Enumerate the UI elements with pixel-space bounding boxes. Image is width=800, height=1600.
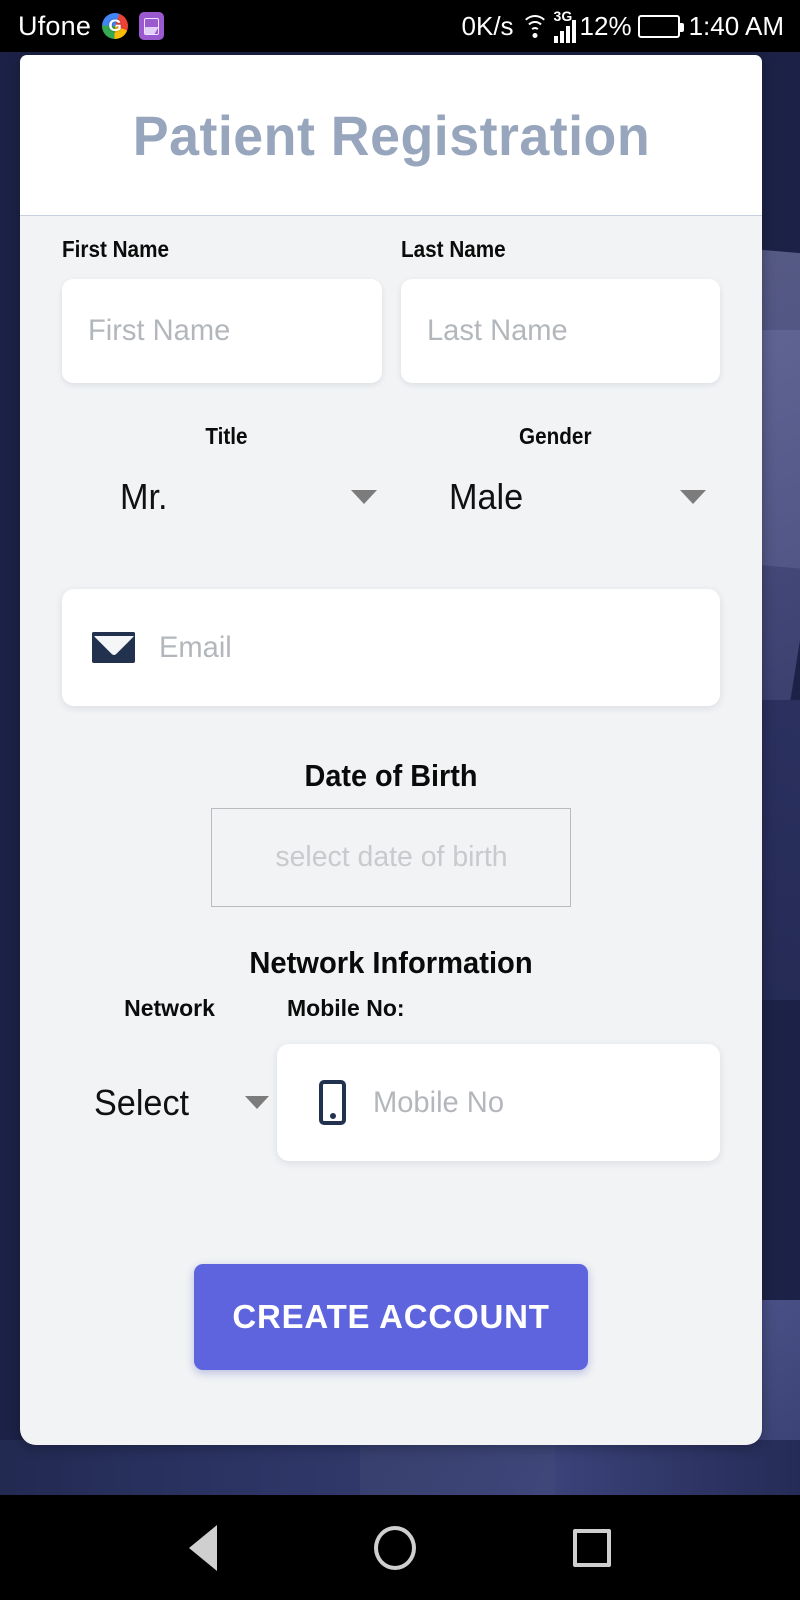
mobile-phone-icon — [319, 1080, 346, 1125]
network-selected-value: Select — [94, 1081, 190, 1123]
registration-form: First Name First Name Last Name Last Nam… — [20, 216, 762, 1445]
mobile-no-placeholder: Mobile No — [373, 1085, 505, 1119]
wifi-icon — [520, 13, 550, 39]
title-label: Title — [205, 423, 248, 449]
network-dropdown[interactable]: Select — [62, 1082, 277, 1124]
submit-row: CREATE ACCOUNT — [62, 1264, 720, 1370]
network-label: Network — [124, 995, 215, 1021]
first-name-input[interactable]: First Name — [62, 279, 382, 383]
first-name-label: First Name — [62, 236, 169, 262]
dob-group: Date of Birth select date of birth — [62, 758, 720, 907]
title-selected-value: Mr. — [120, 476, 168, 517]
create-account-button[interactable]: CREATE ACCOUNT — [194, 1264, 588, 1370]
dob-input[interactable]: select date of birth — [211, 808, 571, 907]
chevron-down-icon — [245, 1096, 269, 1109]
email-group: Email — [62, 589, 720, 706]
mobile-no-label: Mobile No: — [287, 995, 405, 1021]
network-inputs-row: Select Mobile No — [62, 1044, 720, 1161]
network-speed-label: 0K/s — [461, 10, 514, 41]
last-name-group: Last Name Last Name — [400, 236, 720, 383]
google-g-icon — [102, 13, 129, 39]
battery-percent-label: 12% — [579, 10, 632, 41]
cellular-signal-icon: 3G — [553, 7, 576, 43]
app-window: Patient Registration First Name First Na… — [20, 55, 762, 1445]
network-labels-row: Network Mobile No: — [62, 995, 720, 1022]
clock-label: 1:40 AM — [688, 10, 784, 41]
first-name-placeholder: First Name — [88, 314, 231, 347]
gender-label: Gender — [519, 423, 592, 449]
email-placeholder: Email — [159, 630, 232, 664]
title-gender-row: Title Mr. Gender Male — [62, 423, 720, 518]
status-bar: Ufone 0K/s 3G 12% 1:40 AM — [0, 0, 800, 52]
recents-icon[interactable] — [573, 1528, 612, 1567]
battery-icon — [637, 14, 684, 38]
first-name-group: First Name First Name — [62, 236, 382, 383]
chevron-down-icon — [351, 490, 377, 504]
status-bar-left: Ufone — [18, 10, 165, 42]
title-group: Title Mr. — [62, 423, 391, 518]
network-type-label: 3G — [553, 7, 573, 24]
home-icon[interactable] — [373, 1525, 416, 1570]
page-title: Patient Registration — [132, 103, 650, 167]
status-bar-right: 0K/s 3G 12% 1:40 AM — [461, 7, 784, 43]
last-name-input[interactable]: Last Name — [400, 279, 720, 383]
envelope-icon — [92, 632, 135, 663]
mobile-no-input[interactable]: Mobile No — [277, 1044, 720, 1161]
android-navigation-bar — [0, 1495, 800, 1600]
email-input[interactable]: Email — [62, 589, 720, 706]
gender-group: Gender Male — [391, 423, 720, 518]
app-header: Patient Registration — [20, 55, 762, 216]
gender-dropdown[interactable]: Male — [391, 476, 720, 518]
title-dropdown[interactable]: Mr. — [62, 476, 391, 518]
dob-label: Date of Birth — [304, 758, 478, 793]
dob-placeholder: select date of birth — [274, 841, 508, 873]
last-name-placeholder: Last Name — [426, 314, 568, 347]
gender-selected-value: Male — [449, 476, 524, 517]
back-icon[interactable] — [188, 1524, 217, 1571]
chevron-down-icon — [680, 490, 706, 504]
network-section-heading: Network Information — [249, 945, 533, 980]
last-name-label: Last Name — [400, 236, 506, 262]
gallery-app-icon — [139, 12, 165, 40]
name-row: First Name First Name Last Name Last Nam… — [62, 236, 720, 383]
carrier-label: Ufone — [18, 10, 92, 41]
